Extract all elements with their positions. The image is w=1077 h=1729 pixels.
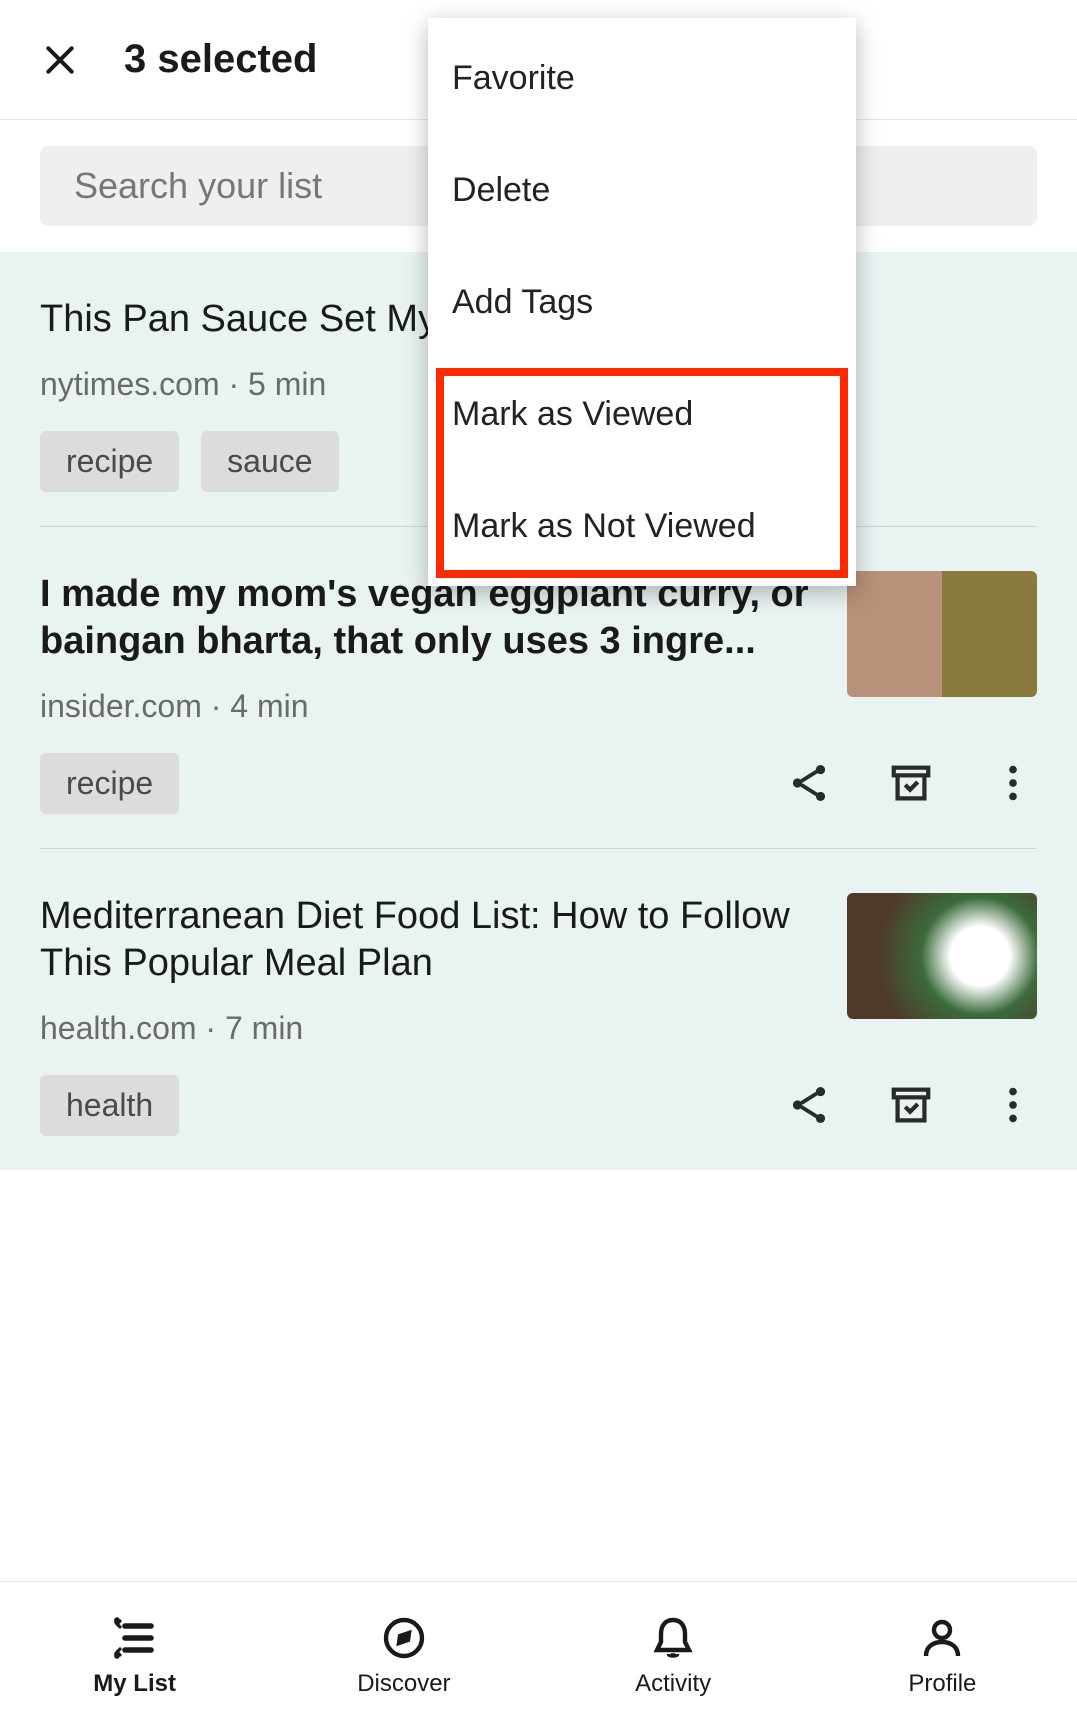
bulk-action-menu: Favorite Delete Add Tags Mark as Viewed … (428, 18, 856, 586)
nav-my-list[interactable]: My List (0, 1582, 269, 1729)
bottom-nav: My List Discover Activity Profile (0, 1581, 1077, 1729)
article-thumbnail (847, 571, 1037, 697)
item-actions (785, 759, 1037, 807)
tag-chip[interactable]: health (40, 1075, 179, 1136)
close-icon[interactable] (36, 36, 84, 84)
list-item[interactable]: Mediterranean Diet Food List: How to Fol… (40, 849, 1037, 1170)
nav-profile[interactable]: Profile (808, 1582, 1077, 1729)
menu-item-add-tags[interactable]: Add Tags (428, 246, 856, 358)
menu-item-mark-viewed[interactable]: Mark as Viewed (428, 358, 856, 470)
archive-icon[interactable] (887, 1081, 935, 1129)
article-thumbnail (847, 893, 1037, 1019)
more-icon[interactable] (989, 759, 1037, 807)
article-meta: insider.com · 4 min (40, 688, 817, 725)
tag-chip[interactable]: sauce (201, 431, 338, 492)
nav-label: Profile (908, 1670, 976, 1698)
selection-count-title: 3 selected (124, 37, 317, 82)
share-icon[interactable] (785, 759, 833, 807)
tag-chip[interactable]: recipe (40, 753, 179, 814)
tag-chip[interactable]: recipe (40, 431, 179, 492)
item-actions (785, 1081, 1037, 1129)
menu-item-delete[interactable]: Delete (428, 134, 856, 246)
nav-activity[interactable]: Activity (539, 1582, 808, 1729)
nav-label: Discover (357, 1670, 450, 1698)
article-title: Mediterranean Diet Food List: How to Fol… (40, 893, 817, 988)
nav-label: Activity (635, 1670, 711, 1698)
menu-item-favorite[interactable]: Favorite (428, 22, 856, 134)
menu-item-mark-not-viewed[interactable]: Mark as Not Viewed (428, 470, 856, 582)
nav-discover[interactable]: Discover (269, 1582, 538, 1729)
more-icon[interactable] (989, 1081, 1037, 1129)
share-icon[interactable] (785, 1081, 833, 1129)
nav-label: My List (93, 1670, 176, 1698)
archive-icon[interactable] (887, 759, 935, 807)
article-meta: health.com · 7 min (40, 1010, 817, 1047)
